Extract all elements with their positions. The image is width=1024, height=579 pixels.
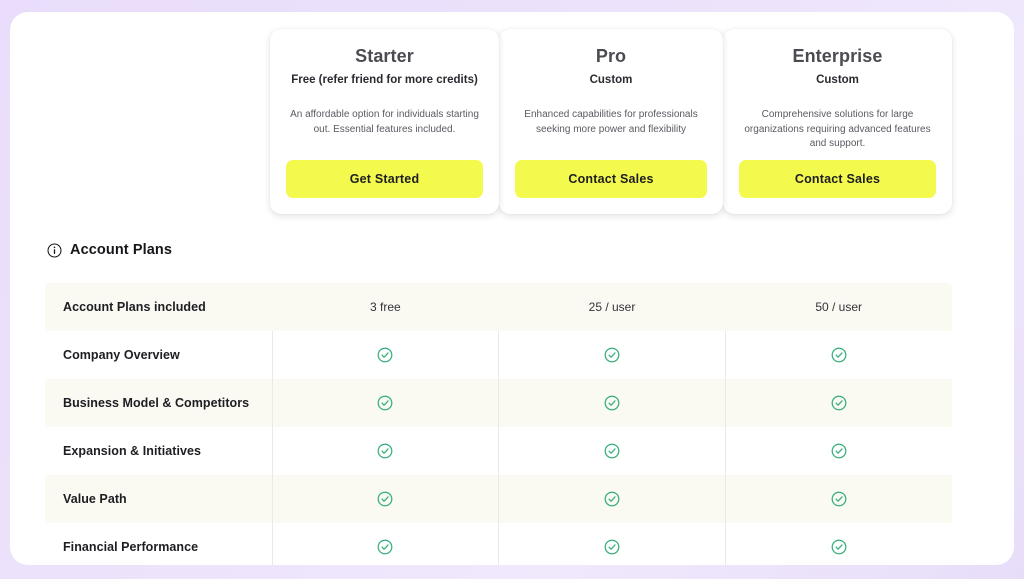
table-header-value-starter: 3 free [272, 283, 499, 331]
feature-value-pro [498, 523, 726, 565]
plan-price: Free (refer friend for more credits) [291, 74, 478, 86]
check-circle-icon [377, 443, 393, 459]
plan-description: An affordable option for individuals sta… [290, 109, 479, 135]
feature-value-starter [271, 331, 499, 379]
feature-value-pro [498, 427, 726, 475]
check-circle-icon [377, 347, 393, 363]
table-row: Financial Performance [45, 523, 952, 565]
feature-name: Financial Performance [45, 523, 273, 565]
plan-description: Comprehensive solutions for large organi… [744, 109, 931, 150]
plan-name: Enterprise [792, 46, 883, 66]
plan-description: Enhanced capabilities for professionals … [524, 109, 698, 135]
get-started-button[interactable]: Get Started [286, 160, 483, 198]
plan-name: Starter [355, 46, 414, 66]
feature-name: Company Overview [45, 331, 273, 379]
feature-value-starter [271, 523, 499, 565]
feature-value-starter [271, 427, 499, 475]
feature-value-enterprise [724, 475, 952, 523]
check-circle-icon [604, 395, 620, 411]
check-circle-icon [377, 395, 393, 411]
table-row: Value Path [45, 475, 952, 523]
plan-price: Custom [816, 74, 859, 86]
check-circle-icon [831, 443, 847, 459]
pricing-page-container: Starter Free (refer friend for more cred… [10, 12, 1014, 565]
plan-card-enterprise[interactable]: Enterprise Custom Comprehensive solution… [723, 29, 952, 214]
table-header-value-pro: 25 / user [498, 283, 726, 331]
feature-value-enterprise [724, 331, 952, 379]
table-header-value-enterprise: 50 / user [725, 283, 952, 331]
plan-card-group: Starter Free (refer friend for more cred… [10, 12, 1014, 217]
plan-price: Custom [589, 74, 633, 86]
check-circle-icon [604, 539, 620, 555]
check-circle-icon [604, 491, 620, 507]
feature-value-enterprise [724, 379, 952, 427]
check-circle-icon [831, 395, 847, 411]
check-circle-icon [377, 539, 393, 555]
check-circle-icon [604, 443, 620, 459]
feature-value-enterprise [724, 427, 952, 475]
check-circle-icon [831, 539, 847, 555]
table-header-feature-label: Account Plans included [45, 283, 273, 331]
plan-comparison-table: Account Plans included 3 free 25 / user … [45, 283, 952, 565]
info-circle-icon[interactable] [47, 243, 62, 258]
page-title: Account Plans [70, 242, 173, 258]
plan-card-starter[interactable]: Starter Free (refer friend for more cred… [270, 29, 499, 214]
check-circle-icon [831, 491, 847, 507]
feature-value-pro [498, 331, 726, 379]
feature-value-enterprise [724, 523, 952, 565]
feature-value-starter [271, 475, 499, 523]
contact-sales-button-pro[interactable]: Contact Sales [515, 160, 707, 198]
feature-value-pro [498, 379, 726, 427]
table-row: Expansion & Initiatives [45, 427, 952, 475]
table-row: Business Model & Competitors [45, 379, 952, 427]
account-plans-section-header: Account Plans [47, 242, 172, 258]
feature-value-starter [271, 379, 499, 427]
check-circle-icon [377, 491, 393, 507]
table-header-row: Account Plans included 3 free 25 / user … [45, 283, 952, 331]
feature-name: Value Path [45, 475, 273, 523]
check-circle-icon [604, 347, 620, 363]
contact-sales-button-enterprise[interactable]: Contact Sales [739, 160, 936, 198]
check-circle-icon [831, 347, 847, 363]
feature-name: Expansion & Initiatives [45, 427, 273, 475]
feature-value-pro [498, 475, 726, 523]
plan-name: Pro [595, 46, 627, 66]
table-row: Company Overview [45, 331, 952, 379]
feature-name: Business Model & Competitors [45, 379, 273, 427]
plan-card-pro[interactable]: Pro Custom Enhanced capabilities for pro… [499, 29, 723, 214]
